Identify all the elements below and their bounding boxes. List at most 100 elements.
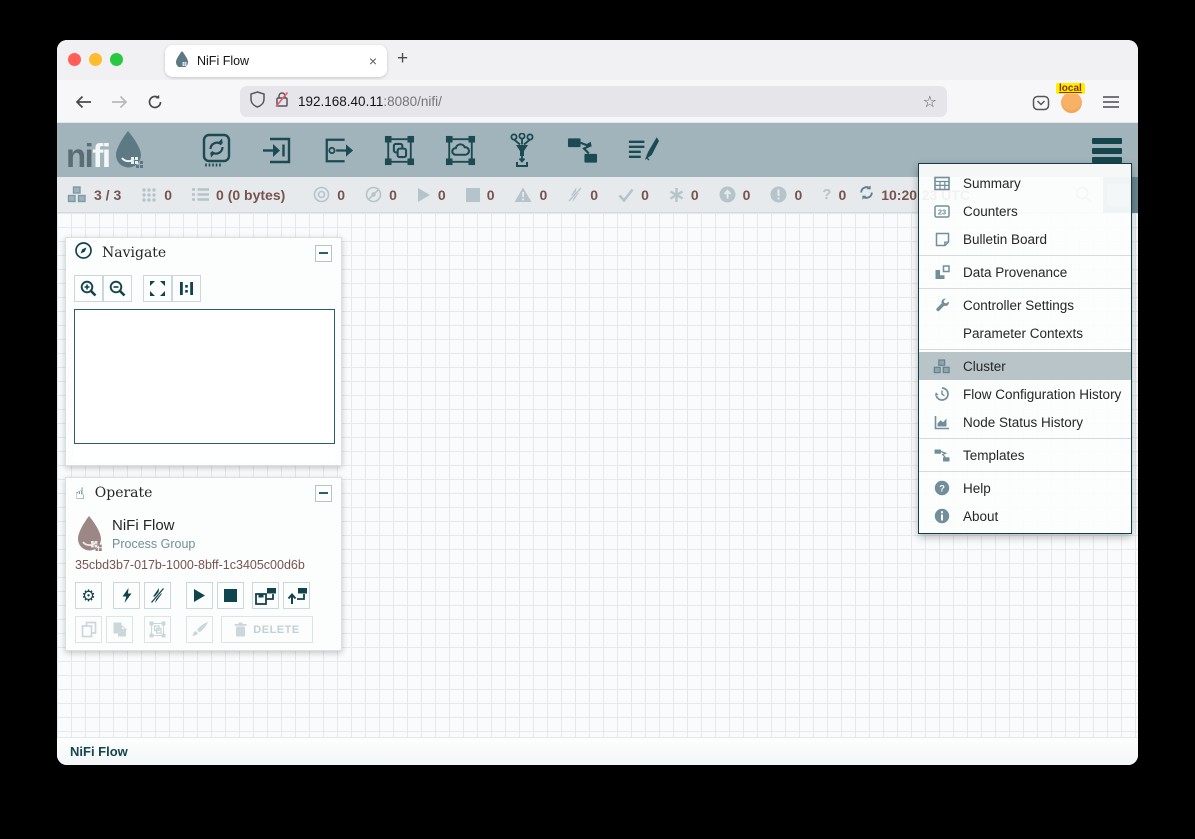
menu-separator: [919, 349, 1131, 350]
navigate-header[interactable]: Navigate: [66, 238, 341, 268]
menu-item-summary[interactable]: Summary: [919, 169, 1131, 197]
stop-button[interactable]: [217, 582, 244, 609]
svg-text:23: 23: [938, 207, 946, 216]
operate-collapse-button[interactable]: [315, 485, 332, 502]
new-tab-button[interactable]: +: [397, 48, 408, 70]
nifi-global-menu-icon[interactable]: [1092, 138, 1122, 163]
status-active-threads: 0: [141, 187, 172, 203]
trash-icon: [234, 622, 247, 637]
paste-button[interactable]: [106, 616, 133, 643]
paste-icon: [112, 621, 127, 638]
about-info-icon: [932, 508, 952, 524]
navigate-collapse-button[interactable]: [315, 245, 332, 262]
container-tab-label: local: [1056, 83, 1085, 94]
delete-button[interactable]: DELETE: [221, 616, 313, 643]
upload-template-button[interactable]: [283, 582, 310, 609]
brush-icon: [191, 621, 209, 638]
area-chart-icon: [932, 415, 952, 430]
group-button[interactable]: [144, 616, 171, 643]
menu-item-help[interactable]: ? Help: [919, 474, 1131, 502]
menu-item-templates[interactable]: Templates: [919, 441, 1131, 469]
process-group-droplet-icon: [75, 515, 105, 560]
status-not-transmitting: 0: [365, 186, 397, 203]
disabled-bolt-icon: [567, 186, 583, 203]
selected-component-name: NiFi Flow: [112, 517, 175, 534]
menu-item-counters[interactable]: 23 Counters: [919, 197, 1131, 225]
compass-icon: [75, 242, 92, 264]
menu-item-flow-configuration-history[interactable]: Flow Configuration History: [919, 380, 1131, 408]
refresh-icon[interactable]: [858, 184, 875, 206]
operate-title: Operate: [95, 485, 315, 501]
funnel-drag-icon[interactable]: [506, 133, 537, 167]
tracking-protection-shield-icon[interactable]: [250, 91, 265, 113]
back-icon[interactable]: [71, 90, 95, 114]
history-clock-icon: [932, 386, 952, 402]
menu-item-bulletin-board[interactable]: Bulletin Board: [919, 225, 1131, 253]
reload-icon[interactable]: [143, 90, 167, 114]
menu-item-parameter-contexts[interactable]: Parameter Contexts: [919, 319, 1131, 347]
minimize-window-button[interactable]: [89, 53, 102, 66]
pocket-icon[interactable]: [1029, 91, 1053, 115]
url-bar[interactable]: 192.168.40.11:8080/nifi/ ☆: [240, 86, 947, 117]
operate-header[interactable]: ☝ Operate: [66, 478, 341, 508]
close-window-button[interactable]: [68, 53, 81, 66]
status-locally-modified: 0: [669, 187, 699, 203]
selected-component-type: Process Group: [112, 537, 195, 551]
threads-icon: [141, 187, 157, 203]
maximize-window-button[interactable]: [110, 53, 123, 66]
running-play-icon: [417, 187, 431, 203]
copy-button[interactable]: [75, 616, 102, 643]
copy-icon: [81, 621, 97, 638]
zoom-out-button[interactable]: [103, 275, 132, 302]
save-template-button[interactable]: [252, 582, 279, 609]
bulletin-board-icon: [932, 232, 952, 247]
counters-icon: 23: [932, 204, 952, 219]
status-transmitting: 0: [313, 186, 345, 203]
insecure-lock-icon[interactable]: [274, 91, 290, 113]
status-disabled: 0: [567, 186, 598, 203]
menu-item-controller-settings[interactable]: Controller Settings: [919, 291, 1131, 319]
menu-item-cluster[interactable]: Cluster: [919, 352, 1131, 380]
remote-process-group-drag-icon[interactable]: [445, 133, 476, 167]
output-port-drag-icon[interactable]: [323, 133, 354, 167]
not-transmitting-icon: [365, 186, 382, 203]
menu-separator: [919, 255, 1131, 256]
browser-tab[interactable]: NiFi Flow ×: [165, 45, 387, 77]
change-color-button[interactable]: [186, 616, 213, 643]
cluster-cubes-icon: [932, 359, 952, 374]
url-text[interactable]: 192.168.40.11:8080/nifi/: [298, 94, 923, 109]
zoom-in-button[interactable]: [74, 275, 103, 302]
crossed-bolt-icon: [150, 587, 165, 604]
menu-item-data-provenance[interactable]: Data Provenance: [919, 258, 1131, 286]
enable-button[interactable]: [113, 582, 140, 609]
birdseye-strip: [74, 444, 335, 461]
wrench-icon: [932, 297, 952, 313]
play-icon: [193, 588, 206, 603]
arrow-up-circle-icon: [719, 186, 736, 203]
selected-component-id[interactable]: 35cbd3b7-017b-1000-8bff-1c3405c00d6b: [75, 558, 305, 572]
cluster-icon: [67, 186, 87, 203]
zoom-fit-button[interactable]: [143, 275, 172, 302]
browser-menu-icon[interactable]: [1099, 90, 1123, 114]
status-stopped: 0: [466, 187, 495, 203]
processor-drag-icon[interactable]: [201, 133, 232, 167]
birdseye-minimap[interactable]: [74, 309, 335, 444]
start-button[interactable]: [186, 582, 213, 609]
tab-close-icon[interactable]: ×: [369, 53, 377, 69]
menu-item-node-status-history[interactable]: Node Status History: [919, 408, 1131, 436]
configure-button[interactable]: ⚙: [75, 582, 102, 609]
template-drag-icon[interactable]: [567, 133, 598, 167]
process-group-drag-icon[interactable]: [384, 133, 415, 167]
zoom-actual-size-button[interactable]: [172, 275, 201, 302]
breadcrumb-root[interactable]: NiFi Flow: [70, 744, 128, 759]
global-menu: Summary 23 Counters Bulletin Board Data …: [918, 163, 1132, 534]
bookmark-star-icon[interactable]: ☆: [923, 92, 937, 111]
label-drag-icon[interactable]: [628, 133, 659, 167]
input-port-drag-icon[interactable]: [262, 133, 293, 167]
account-avatar[interactable]: [1061, 92, 1082, 113]
navigate-palette: Navigate: [65, 237, 342, 466]
disable-button[interactable]: [144, 582, 171, 609]
forward-icon[interactable]: [107, 90, 131, 114]
menu-item-about[interactable]: About: [919, 502, 1131, 530]
menu-separator: [919, 438, 1131, 439]
